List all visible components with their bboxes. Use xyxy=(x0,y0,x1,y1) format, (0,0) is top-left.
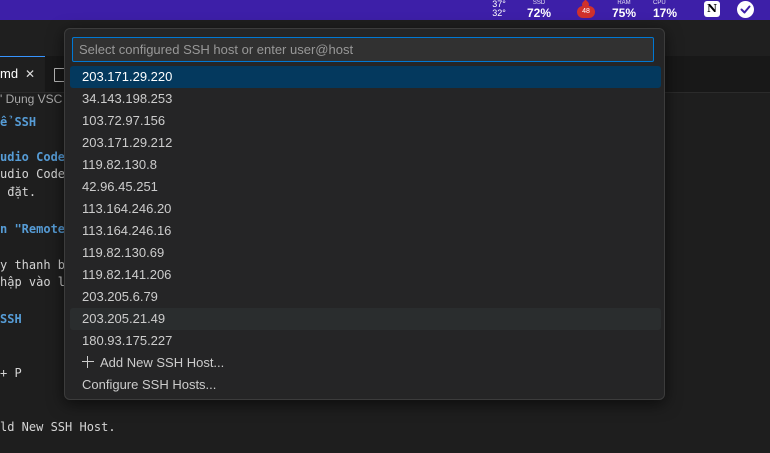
ram-alert-badge[interactable]: 48 xyxy=(577,0,595,18)
cpu-value: 17% xyxy=(653,6,678,20)
host-item[interactable]: 42.96.45.251 xyxy=(70,176,661,198)
host-item[interactable]: 113.164.246.20 xyxy=(70,198,661,220)
ssd-value: 72% xyxy=(526,6,552,20)
code-line: ld New SSH Host. xyxy=(0,420,116,434)
code-line: y thanh bê xyxy=(0,258,73,272)
breadcrumb[interactable]: ' Dụng VSC xyxy=(0,92,62,106)
cpu-label: CPU xyxy=(653,0,666,6)
host-item[interactable]: 180.93.175.227 xyxy=(70,330,661,352)
host-item[interactable]: 34.143.198.253 xyxy=(70,88,661,110)
plus-icon xyxy=(82,356,94,368)
host-item[interactable]: 119.82.130.69 xyxy=(70,242,661,264)
ssh-host-input[interactable] xyxy=(72,37,654,62)
code-line: udio Code xyxy=(0,150,66,164)
code-line: hập vào l xyxy=(0,275,66,289)
host-item[interactable]: 203.171.29.220 xyxy=(70,66,661,88)
host-item[interactable]: 203.171.29.212 xyxy=(70,132,661,154)
tab-label: md xyxy=(0,66,19,81)
ram-label: RAM xyxy=(617,0,631,6)
macos-menu-bar: 37° 32° SSD 72% 48 RAM 75% CPU 17% N xyxy=(0,0,770,20)
code-line: n "Remote xyxy=(0,222,66,236)
code-line: udio Code xyxy=(0,167,66,181)
host-item[interactable]: 203.205.21.49 xyxy=(70,308,661,330)
host-item[interactable]: 113.164.246.16 xyxy=(70,220,661,242)
ram-value: 75% xyxy=(611,6,637,20)
host-item[interactable]: 119.82.141.206 xyxy=(70,264,661,286)
close-icon[interactable]: ✕ xyxy=(25,57,35,91)
temperature-widget[interactable]: 37° 32° xyxy=(486,0,512,18)
checkmark-icon[interactable] xyxy=(737,1,754,18)
editor-tab-active[interactable]: md ✕ xyxy=(0,56,45,92)
ram-widget[interactable]: RAM 75% xyxy=(606,0,642,19)
ssd-widget[interactable]: SSD 72% xyxy=(522,0,556,19)
temp-low: 32° xyxy=(492,8,506,18)
ssh-host-quick-pick: 203.171.29.220 34.143.198.253 103.72.97.… xyxy=(64,28,665,400)
cpu-widget[interactable]: CPU 17% xyxy=(653,0,687,19)
host-item[interactable]: 103.72.97.156 xyxy=(70,110,661,132)
host-item[interactable]: 119.82.130.8 xyxy=(70,154,661,176)
configure-ssh-hosts-item[interactable]: Configure SSH Hosts... xyxy=(70,374,661,396)
code-line: đặt. xyxy=(0,185,37,199)
notion-icon[interactable]: N xyxy=(704,1,720,17)
ssh-host-list: 203.171.29.220 34.143.198.253 103.72.97.… xyxy=(70,66,661,396)
host-item[interactable]: 203.205.6.79 xyxy=(70,286,661,308)
ssd-label: SSD xyxy=(532,0,546,6)
code-line: + P xyxy=(0,366,22,380)
code-line: ể SSH xyxy=(0,115,37,129)
add-new-label: Add New SSH Host... xyxy=(100,355,225,370)
add-new-ssh-host-item[interactable]: Add New SSH Host... xyxy=(70,352,661,374)
code-line: SSH xyxy=(0,312,22,326)
